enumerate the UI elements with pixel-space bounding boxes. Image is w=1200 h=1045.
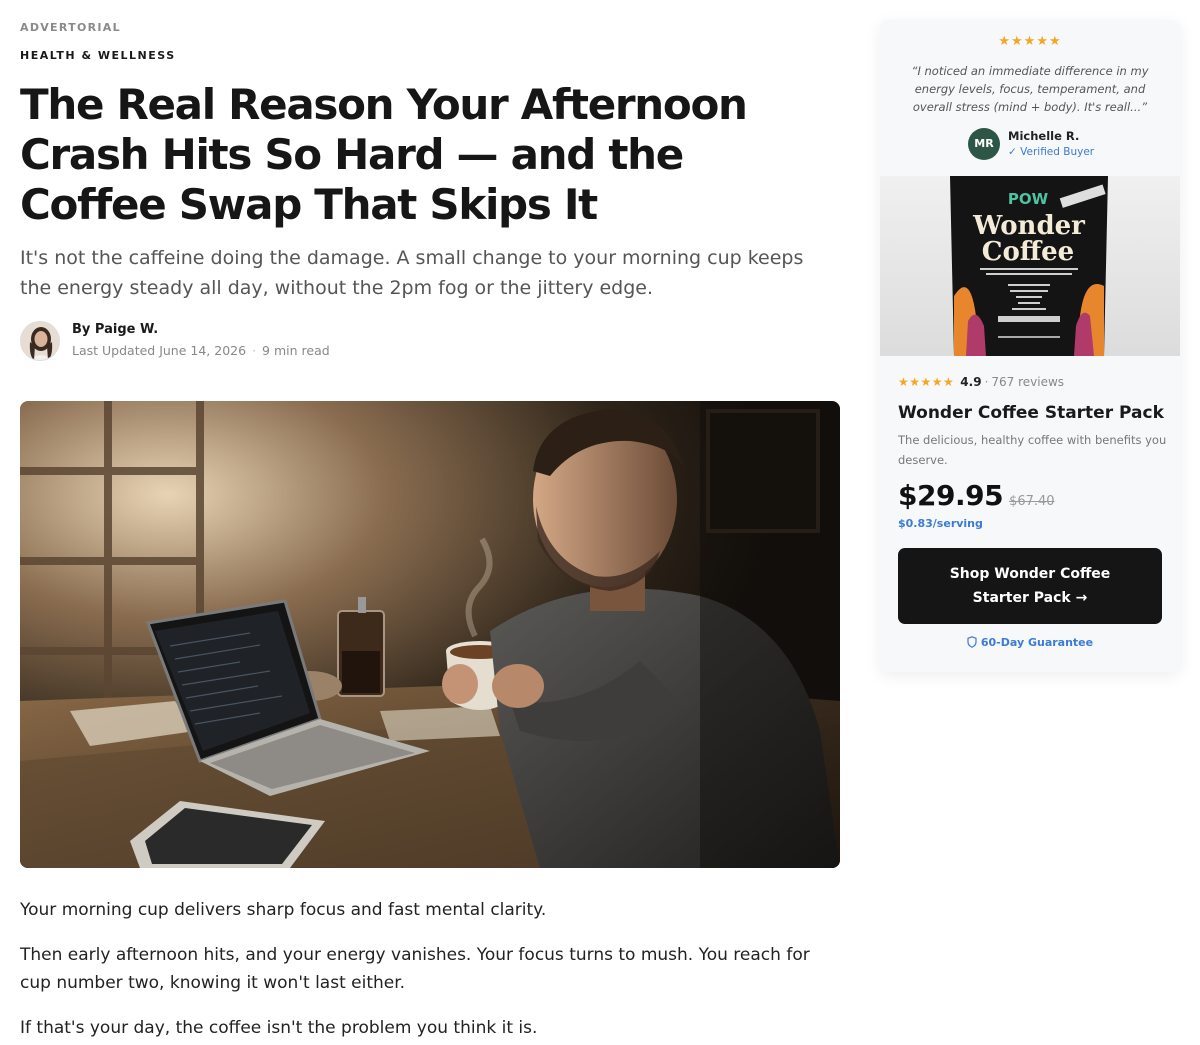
price-row: $29.95 $67.40 bbox=[898, 479, 1055, 512]
body-paragraph: Then early afternoon hits, and your ener… bbox=[20, 945, 810, 993]
author-avatar bbox=[20, 321, 60, 361]
article-body: Your morning cup delivers sharp focus an… bbox=[20, 896, 840, 1045]
package-name-line2: Coffee bbox=[982, 237, 1074, 267]
star-icon: ★★★★★ bbox=[998, 34, 1062, 49]
article-meta: Last Updated June 14, 2026 · 9 min read bbox=[72, 341, 330, 361]
product-title: Wonder Coffee Starter Pack bbox=[898, 403, 1164, 423]
product-description: The delicious, healthy coffee with benef… bbox=[898, 433, 1167, 467]
last-updated: Last Updated June 14, 2026 bbox=[72, 343, 247, 358]
guarantee-badge[interactable]: 60-Day Guarantee bbox=[880, 636, 1180, 651]
author-name: By Paige W. bbox=[72, 322, 159, 337]
rating-separator: · bbox=[984, 375, 989, 389]
testimonial-quote: “I noticed an immediate difference in my… bbox=[911, 64, 1149, 114]
product-sidebar: ★★★★★ “I noticed an immediate difference… bbox=[880, 20, 1180, 672]
star-icon: ★★★★★ bbox=[898, 375, 955, 389]
review-count: 767 reviews bbox=[991, 375, 1065, 389]
article-subheadline: It's not the caffeine doing the damage. … bbox=[20, 247, 804, 299]
reviewer-avatar: MR bbox=[968, 128, 1000, 160]
price-per-serving: $0.83/serving bbox=[898, 517, 983, 530]
product-image[interactable]: POW Wonder Coffee bbox=[880, 176, 1180, 356]
shield-icon bbox=[967, 636, 977, 651]
current-price: $29.95 bbox=[898, 479, 1004, 512]
category-label[interactable]: HEALTH & WELLNESS bbox=[20, 49, 176, 62]
guarantee-label: 60-Day Guarantee bbox=[980, 636, 1094, 649]
read-time: 9 min read bbox=[262, 343, 330, 358]
testimonial: ★★★★★ “I noticed an immediate difference… bbox=[880, 20, 1180, 176]
original-price: $67.40 bbox=[1009, 494, 1055, 509]
article-headline: The Real Reason Your Afternoon Crash Hit… bbox=[20, 80, 748, 229]
verified-buyer-badge: ✓ Verified Buyer bbox=[1008, 146, 1095, 158]
hero-image bbox=[20, 401, 840, 868]
advertorial-label: ADVERTORIAL bbox=[20, 21, 121, 34]
byline: By Paige W. Last Updated June 14, 2026 · 9… bbox=[20, 320, 330, 362]
package-brand: POW bbox=[1008, 190, 1049, 208]
reviewer: MR Michelle R. ✓ Verified Buyer bbox=[968, 128, 1094, 160]
product-rating[interactable]: ★★★★★ 4.9 · 767 reviews bbox=[898, 375, 1064, 389]
rating-score: 4.9 bbox=[960, 375, 982, 389]
meta-separator: · bbox=[252, 343, 257, 358]
shop-button[interactable]: Shop Wonder Coffee Starter Pack → bbox=[898, 548, 1162, 624]
reviewer-name: Michelle R. bbox=[1008, 129, 1080, 143]
body-paragraph: If that's your day, the coffee isn't the… bbox=[20, 1018, 538, 1038]
body-paragraph: Your morning cup delivers sharp focus an… bbox=[20, 900, 547, 920]
